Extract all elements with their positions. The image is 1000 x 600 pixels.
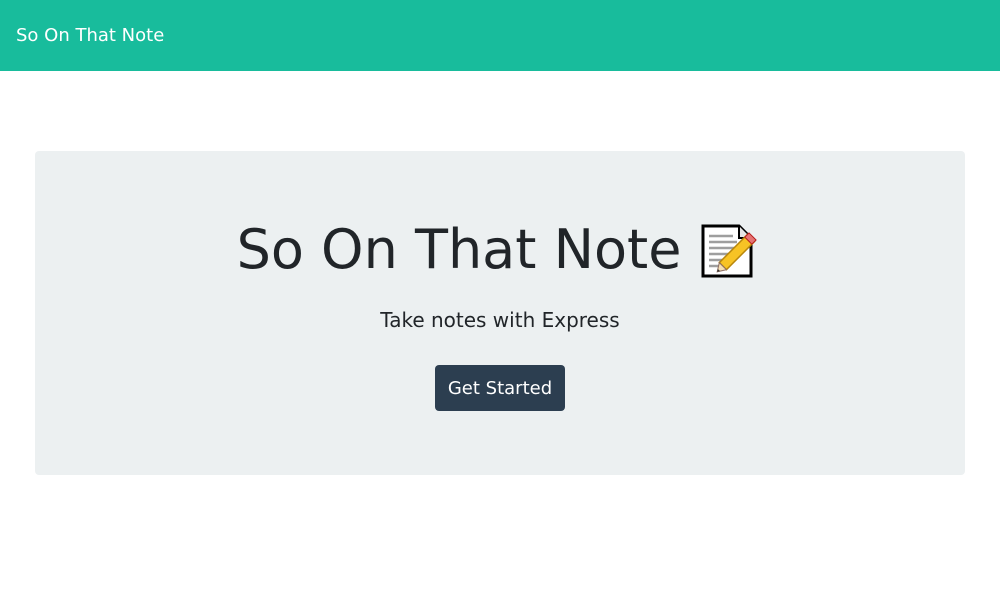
hero-title-row: So On That Note	[35, 215, 965, 285]
memo-icon	[697, 220, 763, 280]
page-title: So On That Note	[236, 218, 682, 281]
top-navbar: So On That Note	[0, 0, 1000, 71]
hero-jumbotron: So On That Note Take notes with Express …	[35, 151, 965, 475]
get-started-button[interactable]: Get Started	[435, 365, 565, 411]
hero-subtitle: Take notes with Express	[380, 308, 620, 332]
navbar-brand[interactable]: So On That Note	[16, 25, 164, 46]
